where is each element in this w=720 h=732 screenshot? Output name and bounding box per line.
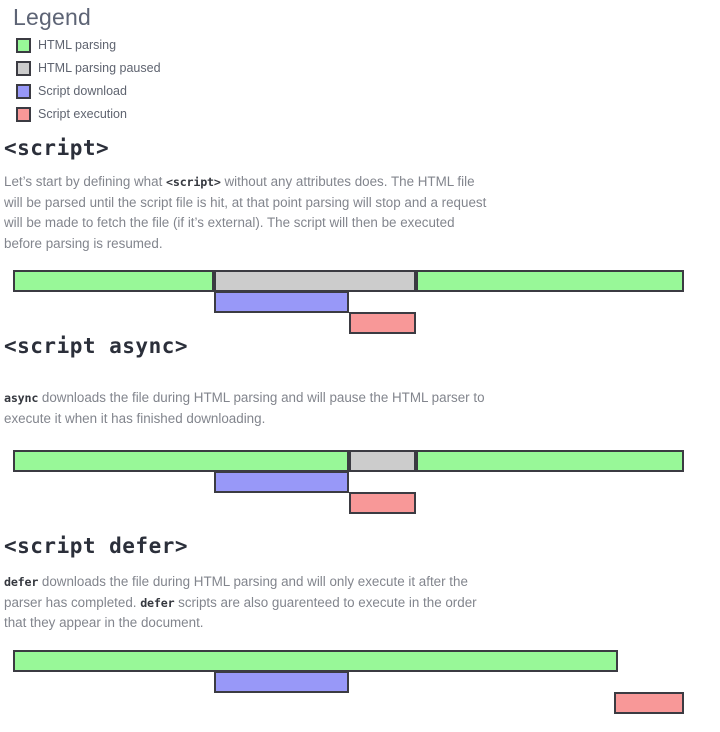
timeline-bar-script-download [214, 671, 349, 693]
timeline-bar-html-parsing-2 [416, 450, 684, 472]
legend-item: Script execution [16, 103, 416, 126]
paragraph-text: Let’s start by defining what [4, 174, 167, 189]
legend-list: HTML parsing HTML parsing paused Script do… [16, 34, 416, 126]
section-heading: <script async> [4, 334, 189, 358]
legend-item-label: HTML parsing paused [38, 61, 161, 75]
legend-item-label: Script download [38, 84, 127, 98]
legend-item: Script download [16, 80, 416, 103]
timeline-bar-html-parsing-paused [349, 450, 416, 472]
timeline-bar-script-execution [349, 492, 416, 514]
inline-code: <script> [166, 175, 221, 189]
legend-item: HTML parsing paused [16, 57, 416, 80]
timeline-diagram [0, 450, 720, 517]
legend-swatch-icon [16, 107, 31, 122]
timeline-bar-script-download [214, 471, 349, 493]
timeline-bar-html-parsing-1 [13, 650, 618, 672]
legend-item-label: HTML parsing [38, 38, 117, 52]
legend-swatch-icon [16, 61, 31, 76]
legend-title: Legend [13, 4, 91, 30]
section-paragraph: defer downloads the file during HTML par… [4, 572, 496, 634]
timeline-bar-script-execution [349, 312, 416, 334]
timeline-bar-script-execution [614, 692, 684, 714]
legend-swatch-icon [16, 84, 31, 99]
section-heading: <script defer> [4, 534, 189, 558]
legend-item-label: Script execution [38, 107, 127, 121]
timeline-bar-html-parsing-paused [214, 270, 416, 292]
timeline-bar-html-parsing-1 [13, 450, 349, 472]
inline-code: defer [140, 595, 175, 610]
section-heading: <script> [4, 136, 110, 160]
timeline-diagram [0, 270, 720, 337]
paragraph-text: downloads the file during HTML parsing a… [4, 390, 485, 426]
inline-code: async [4, 391, 39, 405]
timeline-bar-html-parsing-2 [416, 270, 684, 292]
inline-code: defer [4, 575, 39, 589]
section-paragraph: async downloads the file during HTML par… [4, 388, 496, 429]
timeline-bar-script-download [214, 291, 349, 313]
legend-item: HTML parsing [16, 34, 416, 57]
timeline-diagram [0, 650, 720, 717]
timeline-bar-html-parsing-1 [13, 270, 214, 292]
section-paragraph: Let’s start by defining what <script> wi… [4, 172, 496, 254]
legend-swatch-icon [16, 38, 31, 53]
